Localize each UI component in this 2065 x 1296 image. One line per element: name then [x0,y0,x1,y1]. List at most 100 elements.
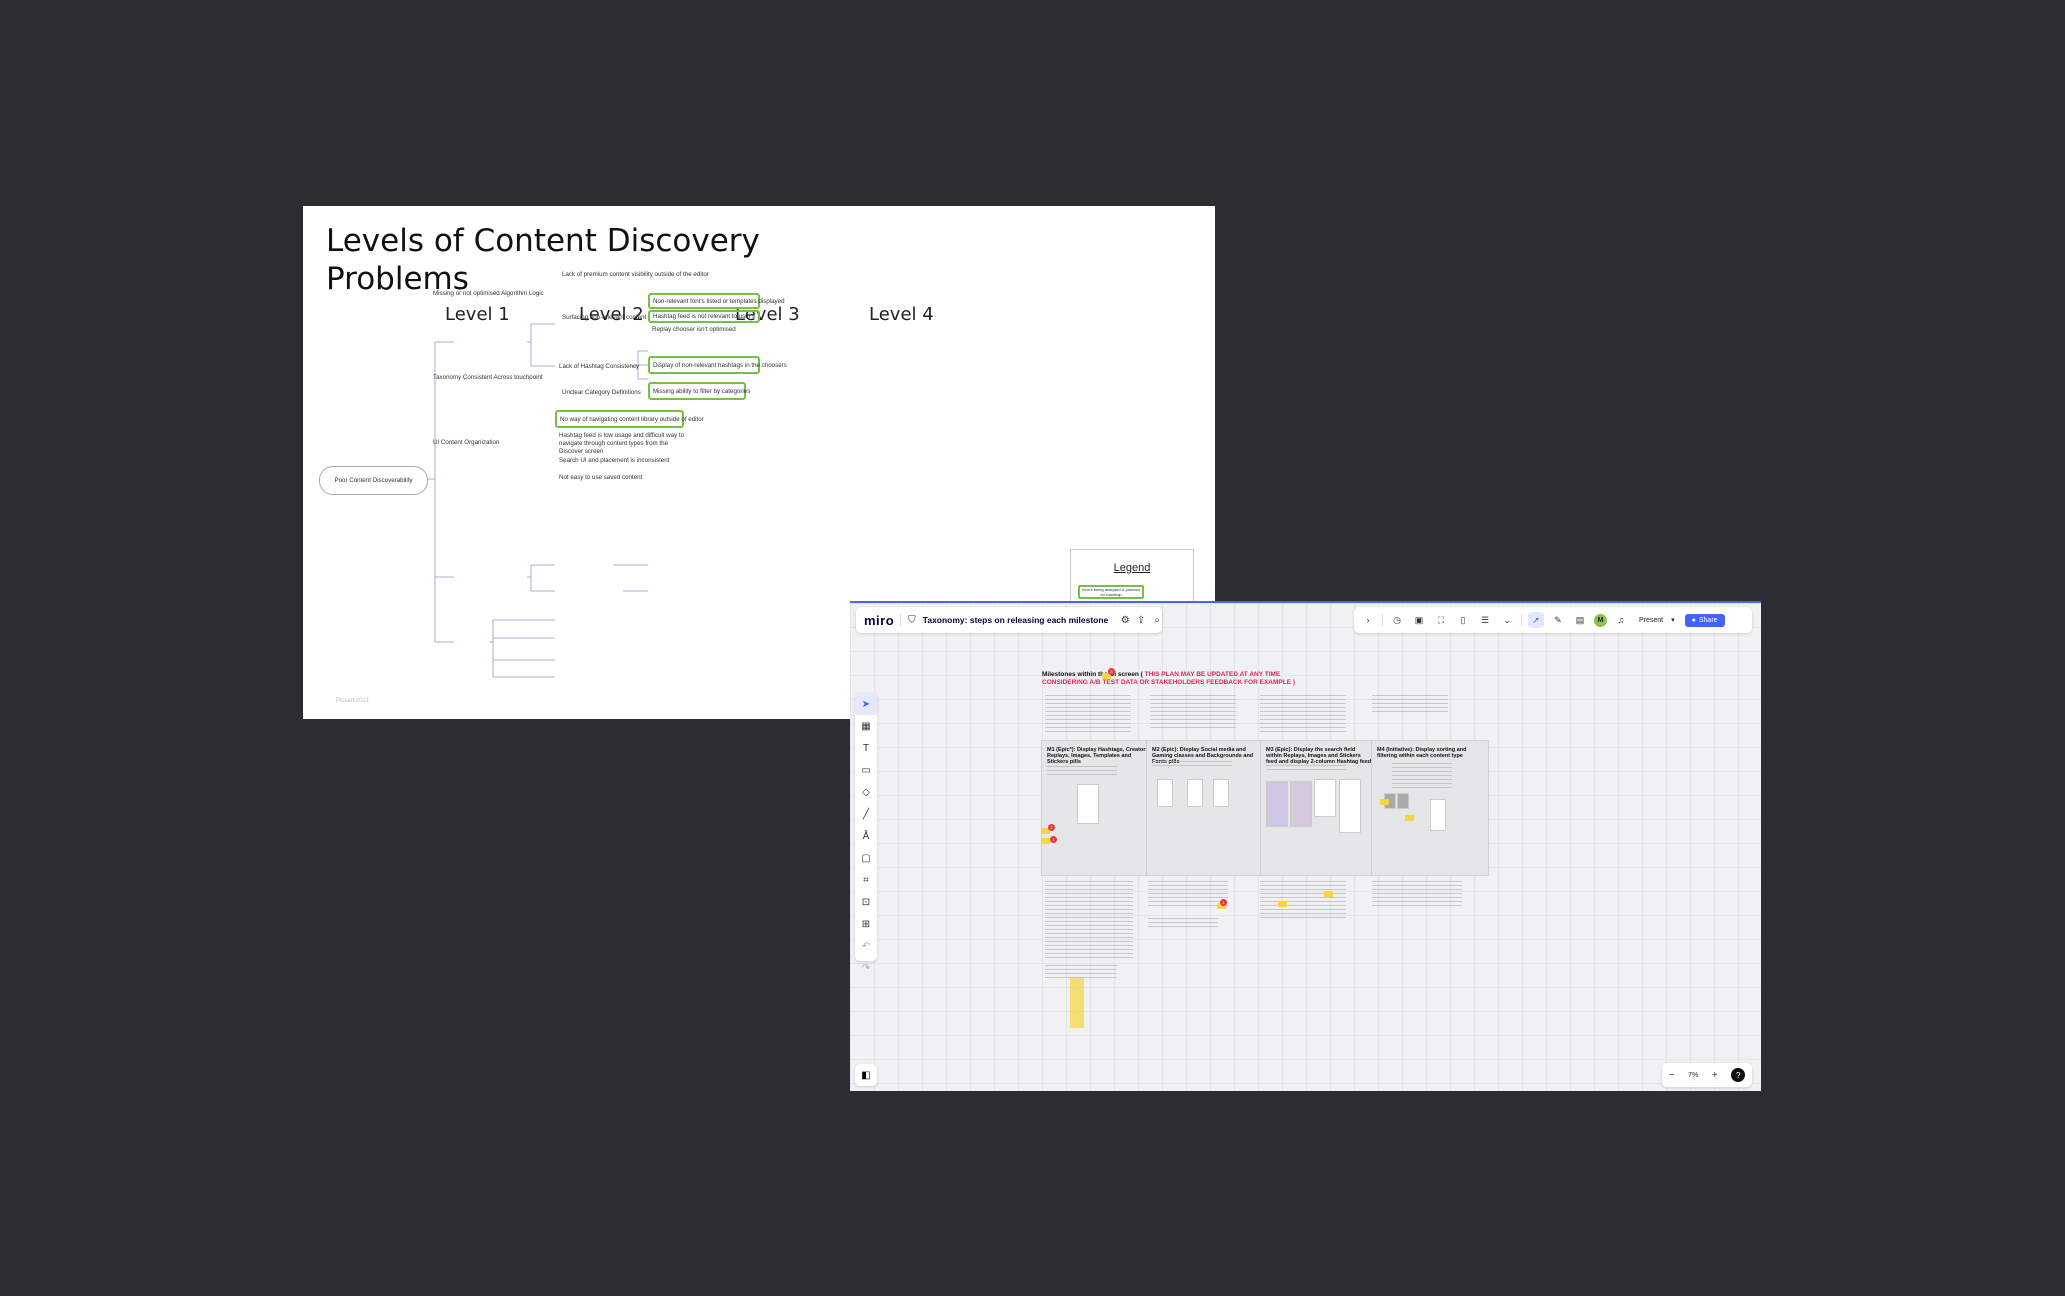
comment-badge[interactable]: 2 [1048,824,1055,831]
undo-icon[interactable]: ↶ [855,935,877,957]
card-icon[interactable]: ▯ [1455,612,1471,628]
screenshot-thumbnail [1266,781,1288,827]
level1-node: Taxonomy Consistent Across touchpoint [433,374,543,381]
chevron-right-icon[interactable]: › [1360,612,1376,628]
divider [1521,613,1522,627]
sticky-note[interactable] [1380,799,1389,805]
screenshot-thumbnail [1430,799,1446,831]
zoom-in-button[interactable]: + [1712,1070,1718,1081]
text-block[interactable] [1150,695,1236,731]
redo-icon[interactable]: ↷ [855,957,877,979]
miro-logo[interactable]: miro [864,613,894,628]
comment-badge[interactable]: 1 [1220,899,1227,906]
milestone-card-title: M3 (Epic): Display the search field with… [1266,747,1372,765]
screenshot-thumbnail [1339,779,1361,833]
screenshot-thumbnail [1397,793,1409,809]
creation-toolbar: ➤ ▦ T ▭ ◇ ╱ Å ▢ ⌗ ⊡ ⊞ ↶ ↷ [855,693,877,974]
upload-icon[interactable]: ⇪ [1136,613,1146,627]
text-block[interactable] [1148,918,1218,928]
text-icon[interactable]: T [855,737,877,759]
screenshot-thumbnail [1157,779,1173,807]
screenshot-thumbnail [1077,784,1099,824]
share-label: Share [1698,616,1718,624]
add-icon[interactable]: ⊞ [855,913,877,935]
level1-node: Missing or not optimised Algorithm Logic [433,290,544,297]
fit-icon[interactable]: ⛶ [1433,612,1449,628]
comment-badge[interactable]: 1 [1050,836,1057,843]
screenshot-thumbnail [1314,779,1336,817]
reactions-icon[interactable]: ✎ [1550,612,1566,628]
timer-icon[interactable]: ◷ [1389,612,1405,628]
divider [900,613,901,627]
sticky-note[interactable] [1041,838,1050,844]
comments-icon[interactable]: ▤ [1572,612,1588,628]
present-button[interactable]: Present ▾ [1639,616,1675,625]
sticky-note[interactable] [1324,891,1333,897]
comment-icon[interactable]: ▢ [855,847,877,869]
text-block [1152,761,1232,769]
zoom-out-button[interactable]: − [1669,1070,1675,1081]
board-heading: Milestones within the Di screen ( THIS P… [1042,671,1280,678]
level2-node: Hashtag feed is low usage and difficult … [559,432,685,455]
zoom-controls: − 7% + ? [1662,1063,1752,1087]
bell-icon[interactable]: ♫ [1613,612,1629,628]
level1-node: UI Content Organization [433,439,500,446]
level3-node-highlighted: Display of non-relevant hashtags in the … [648,356,787,374]
sticky-note-column[interactable] [1070,978,1084,1028]
share-button[interactable]: ● Share [1684,613,1725,627]
help-button[interactable]: ? [1731,1068,1746,1082]
level3-node-highlighted: Missing ability to filter by categories [648,382,750,400]
root-node: Poor Content Discoverability [319,466,428,495]
frame-icon[interactable]: ⌗ [855,869,877,891]
table-icon[interactable]: ▦ [855,715,877,737]
sticky-note[interactable] [1278,901,1287,907]
milestone-card-m4[interactable]: M4 (Initiative): Display sorting and fil… [1371,740,1489,876]
text-block[interactable] [1045,695,1131,735]
sticky-note[interactable] [1405,815,1414,821]
divider [1382,613,1383,627]
text-block [1047,766,1117,778]
notes-icon[interactable]: ☰ [1477,612,1493,628]
upload-icon[interactable]: ⊡ [855,891,877,913]
milestone-card-m2[interactable]: M2 (Epic): Display Social media and Gami… [1146,740,1264,876]
search-icon[interactable]: ⌕ [1152,613,1162,627]
text-block[interactable] [1372,881,1462,907]
milestone-card-m1[interactable]: M1 (Epic*): Display Hashtags, Creators, … [1041,740,1159,876]
text-block[interactable] [1260,881,1346,919]
comment-badge[interactable]: 3 [1108,668,1115,675]
present-label: Present [1639,616,1664,624]
screenshot-thumbnail [1290,781,1312,827]
level2-node: Lack of Hashtag Consistency [559,363,640,370]
milestone-card-m3[interactable]: M3 (Epic): Display the search field with… [1260,740,1378,876]
collaboration-toolbar: › ◷ ▣ ⛶ ▯ ☰ ⌄ ➚ ✎ ▤ M ♫ Present ▾ ● Shar… [1354,607,1752,633]
chevron-down-icon[interactable]: ▾ [1671,616,1675,624]
user-icon: ● [1691,616,1696,624]
sticky-note-icon[interactable]: ▭ [855,759,877,781]
level2-node: Unclear Category Definitions [562,389,641,396]
text-block[interactable] [1148,881,1228,907]
more-icon[interactable]: ⌄ [1499,612,1515,628]
line-icon[interactable]: ╱ [855,803,877,825]
level3-node: Replay chooser isn't optimised [652,326,736,333]
pen-icon[interactable]: Å [855,825,877,847]
board-heading-text: screen ( [1116,671,1145,678]
frame-icon[interactable]: ▣ [1411,612,1427,628]
panel-toggle-icon[interactable]: ◧ [855,1064,877,1086]
text-block[interactable] [1372,695,1448,713]
avatar[interactable]: M [1594,613,1607,627]
shield-icon[interactable]: ⛉ [907,613,917,627]
settings-icon[interactable]: ⚙ [1120,613,1130,627]
miro-board[interactable]: Milestones within the Di screen ( THIS P… [850,601,1761,1091]
zoom-level[interactable]: 7% [1688,1072,1698,1079]
board-heading-note-line2: CONSIDERING A/B TEST DATA OR STAKEHOLDER… [1042,679,1296,686]
shapes-icon[interactable]: ◇ [855,781,877,803]
milestone-card-title: M1 (Epic*): Display Hashtags, Creators, … [1047,747,1151,765]
cursor-icon[interactable]: ➚ [1528,612,1544,628]
select-icon[interactable]: ➤ [855,693,877,715]
text-block[interactable] [1260,695,1346,735]
legend-item: Item's being analysed & planned on roadm… [1078,585,1144,599]
board-title[interactable]: Taxonomy: steps on releasing each milest… [923,615,1108,625]
screenshot-thumbnail [1213,779,1229,807]
milestone-card-title: M4 (Initiative): Display sorting and fil… [1377,747,1467,759]
text-block[interactable] [1045,881,1133,961]
